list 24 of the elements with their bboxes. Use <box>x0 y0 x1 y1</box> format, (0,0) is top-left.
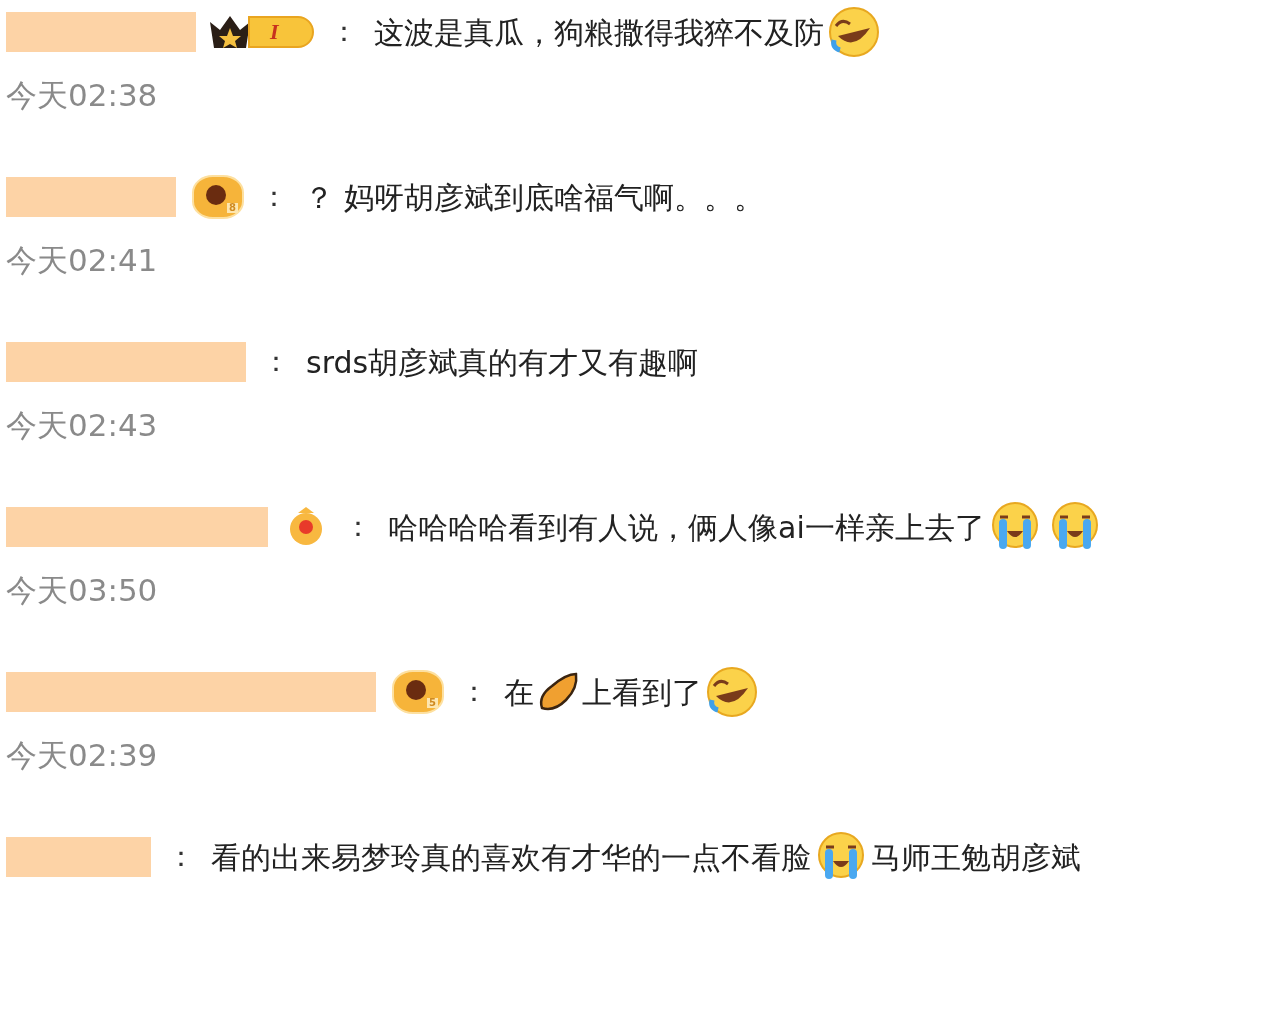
comment-text: 在 <box>504 673 534 712</box>
colon-separator: ： <box>460 674 488 710</box>
medal-level-badge: 5 <box>392 670 444 714</box>
comment-text: 看的出来易梦玲真的喜欢有才华的一点不看脸 <box>211 838 811 877</box>
laughing-face-icon <box>706 666 758 718</box>
comment-time: 今天02:43 <box>6 410 159 441</box>
crown-level-badge: I <box>208 12 314 52</box>
comment-time: 今天02:38 <box>6 80 159 111</box>
comment-text: ？ 妈呀胡彦斌到底啥福气啊。。。 <box>304 178 764 217</box>
colon-separator: ： <box>330 14 358 50</box>
comment-text: 哈哈哈哈看到有人说，俩人像ai一样亲上去了 <box>388 508 985 547</box>
comment-time: 今天02:39 <box>6 740 159 771</box>
comment-time: 今天03:50 <box>6 575 159 606</box>
colon-separator: ： <box>260 179 288 215</box>
comment-text: 上看到了 <box>582 673 702 712</box>
medal-level-badge: 8 <box>192 175 244 219</box>
comment-text: 马师王勉胡彦斌 <box>871 838 1081 877</box>
colon-separator: ： <box>344 509 372 545</box>
comment-time: 今天02:41 <box>6 245 159 276</box>
laughing-face-icon <box>828 6 880 58</box>
comment-text: 这波是真瓜，狗粮撒得我猝不及防 <box>374 13 824 52</box>
comment-text: srds胡彦斌真的有才又有趣啊 <box>306 343 699 382</box>
colon-separator: ： <box>262 344 290 380</box>
colon-separator: ： <box>167 839 195 875</box>
